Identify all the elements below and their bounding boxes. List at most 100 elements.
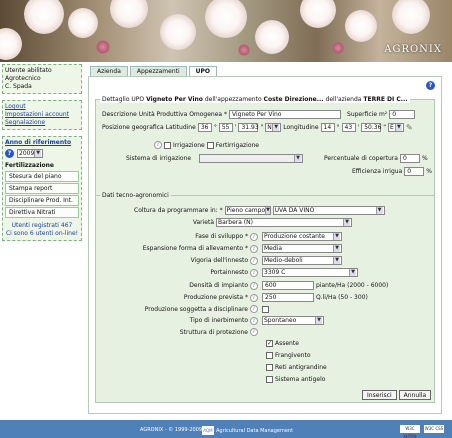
tab-appezzamenti[interactable]: Appezzamenti <box>129 66 187 76</box>
info-icon[interactable]: i <box>250 281 258 290</box>
info-icon[interactable]: i <box>250 316 258 325</box>
help-icon[interactable]: ? <box>426 81 435 90</box>
w3c-xhtml-badge[interactable]: W3C XHTML <box>400 425 420 438</box>
inerbimento-label: Tipo di inerbimento <box>189 317 248 324</box>
sidebar: Utente abilitato Agrotecnico C. Spada Lo… <box>2 64 82 247</box>
insert-button[interactable]: Inserisci <box>362 390 397 400</box>
aqm-logo: AQM <box>202 426 214 435</box>
main-panel: ? Dettaglio UPO Vigneto Per Vino dell'ap… <box>88 76 442 414</box>
lon-deg-input[interactable]: 14 <box>320 123 335 132</box>
fertirrigation-label: Fertirrigazione <box>215 141 259 149</box>
info-icon[interactable]: i <box>154 141 162 149</box>
pos-label: Posizione geografica <box>102 124 164 131</box>
info-icon[interactable]: i <box>250 268 258 277</box>
densita-unit: piante/Ha (2000 - 6000) <box>316 282 389 289</box>
sup-input[interactable]: 0 <box>389 110 416 119</box>
copyright: AGRONIX - © 1999-2009 <box>140 427 203 433</box>
logo: AGRONIX <box>384 44 442 55</box>
lat-deg-input[interactable]: 36 <box>197 123 212 132</box>
eff-input[interactable]: 0 <box>404 167 425 176</box>
coltura-label: Coltura da programmare in: * <box>134 207 223 214</box>
pencil-icon[interactable]: ✎ <box>406 123 413 132</box>
info-icon[interactable]: i <box>250 256 258 265</box>
help-icon[interactable]: ? <box>5 149 14 158</box>
chevron-down-icon: ▼ <box>34 150 41 157</box>
year-title[interactable]: Anno di riferimento <box>5 139 79 147</box>
menu-stampa-report[interactable]: Stampa report <box>5 183 79 194</box>
chevron-down-icon: ▼ <box>294 155 302 162</box>
account-settings-link[interactable]: Impostazioni account <box>5 111 79 119</box>
coltura-select[interactable]: UVA DA VINO ▼ <box>272 206 385 215</box>
logout-link[interactable]: Logout <box>5 103 79 111</box>
protection-assente-label: Assente <box>275 340 299 347</box>
menu-direttiva-nitrati[interactable]: Direttiva Nitrati <box>5 207 79 218</box>
sist-label: Sistema di irrigazione <box>126 155 192 162</box>
produzione-label: Produzione prevista * <box>183 294 248 301</box>
info-icon[interactable]: i <box>250 305 258 313</box>
info-icon[interactable]: i <box>250 293 258 302</box>
protection-antigelo-checkbox[interactable] <box>266 376 273 383</box>
desc-label: Descrizione Unità Produttiva Omogenea * <box>102 111 228 118</box>
user-box: Utente abilitato Agrotecnico C. Spada <box>2 64 82 94</box>
year-select[interactable]: 2009 ▼ <box>17 149 43 158</box>
report-link[interactable]: Segnalazione <box>5 119 79 127</box>
protection-reti-checkbox[interactable] <box>266 364 273 371</box>
online-users: Utenti registrati 467 Ci sono 6 utenti o… <box>5 222 79 237</box>
vigoria-select[interactable]: Medio-deboli ▼ <box>262 256 342 265</box>
lat-sec-input[interactable]: 31.93 <box>238 123 259 132</box>
protection-assente-checkbox[interactable]: ✓ <box>266 340 273 347</box>
lat-dir-select[interactable]: N ▼ <box>265 123 282 132</box>
densita-label: Densità di impianto <box>189 282 248 289</box>
chevron-down-icon: ▼ <box>333 233 340 240</box>
user-role: Agrotecnico <box>5 75 41 82</box>
w3c-css-badge[interactable]: W3C CSS <box>424 425 444 433</box>
struttura-label: Struttura di protezione <box>179 328 248 336</box>
fase-select[interactable]: Produzione costante ▼ <box>262 232 342 241</box>
inerbimento-select[interactable]: Spontaneo ▼ <box>262 316 324 325</box>
disciplinare-checkbox[interactable] <box>262 305 269 313</box>
tecno-legend: Dati tecno-agronomici <box>100 192 171 199</box>
perc-input[interactable]: 0 <box>399 154 420 163</box>
fertirrigation-checkbox[interactable] <box>206 141 214 149</box>
densita-input[interactable]: 600 <box>262 281 314 290</box>
user-name: C. Spada <box>5 83 32 90</box>
chevron-down-icon: ▼ <box>315 317 322 324</box>
chevron-down-icon: ▼ <box>272 124 280 131</box>
info-icon[interactable]: i <box>250 328 258 336</box>
info-icon[interactable]: i <box>250 232 258 241</box>
protection-frangivento-checkbox[interactable] <box>266 352 273 359</box>
protection-frangivento-label: Frangivento <box>275 352 311 359</box>
varieta-select[interactable]: Barbera (N) ▼ <box>216 218 352 227</box>
chevron-down-icon: ▼ <box>349 269 356 276</box>
info-icon[interactable]: i <box>250 244 258 253</box>
produzione-input[interactable]: 250 <box>262 293 314 302</box>
lat-label: Latitudine <box>165 124 196 131</box>
menu-disciplinare[interactable]: Disciplinare Prod. Int. <box>5 195 79 206</box>
cancel-button[interactable]: Annulla <box>398 390 432 400</box>
lat-min-input[interactable]: 55 <box>218 123 233 132</box>
user-label: Utente abilitato <box>5 67 52 74</box>
menu-stesura-piano[interactable]: Stesura del piano <box>5 171 79 182</box>
espans-label: Espansione forma di allevamento * <box>142 245 248 252</box>
lon-dir-select[interactable]: E ▼ <box>387 123 404 132</box>
sup-label: Superficie m² <box>347 111 388 118</box>
chevron-down-icon: ▼ <box>333 245 340 252</box>
header-banner: AGRONIX <box>0 0 452 62</box>
tecno-section: Dati tecno-agronomici Coltura da program… <box>95 192 435 403</box>
coltura-mode-select[interactable]: Pieno campo ▼ <box>224 206 271 215</box>
chevron-down-icon: ▼ <box>394 124 402 131</box>
detail-legend: Dettaglio UPO Vigneto Per Vino dell'appe… <box>100 96 410 103</box>
fase-label: Fase di sviluppo * <box>195 233 248 240</box>
perc-label: Percentuale di copertura <box>324 155 398 162</box>
sist-select[interactable]: ▼ <box>199 154 304 163</box>
lon-min-input[interactable]: 43 <box>341 123 356 132</box>
portinnesto-select[interactable]: 3309 C ▼ <box>262 268 358 277</box>
chevron-down-icon: ▼ <box>343 219 350 226</box>
chevron-down-icon: ▼ <box>265 207 270 214</box>
desc-input[interactable]: Vigneto Per Vino <box>229 110 342 119</box>
year-box: Anno di riferimento ? 2009 ▼ Fertilizzazi… <box>2 136 82 241</box>
espans-select[interactable]: Media ▼ <box>262 244 342 253</box>
tab-azienda[interactable]: Azienda <box>90 66 128 76</box>
irrigation-checkbox[interactable] <box>164 141 171 149</box>
lon-sec-input[interactable]: 50.36 <box>361 123 381 132</box>
